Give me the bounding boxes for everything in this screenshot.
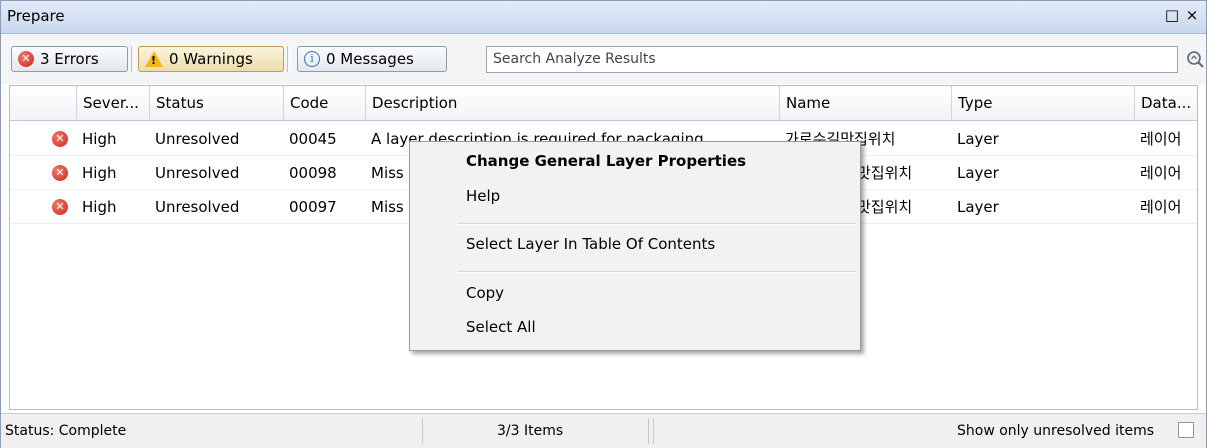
menu-item-change-layer-properties[interactable]: Change General Layer Properties [466,152,746,170]
cell-code: 00097 [289,198,337,216]
column-header-icon[interactable] [10,86,76,120]
cell-severity: High [82,130,117,148]
status-divider [648,418,649,444]
menu-separator [458,223,856,225]
cell-status: Unresolved [155,130,240,148]
panel-title: Prepare [7,7,65,25]
errors-filter-button[interactable]: ✕ 3 Errors [11,46,128,72]
column-header-description[interactable]: Description [365,86,779,120]
column-header-type[interactable]: Type [951,86,1134,120]
cell-type: Layer [957,198,999,216]
status-text: Status: Complete [5,423,127,439]
toolbar: ✕ 3 Errors ! 0 Warnings i 0 Messages [1,34,1206,84]
prepare-panel: Prepare □ × ✕ 3 Errors ! 0 Warnings i 0 … [0,0,1207,448]
status-divider [422,418,423,444]
items-count: 3/3 Items [497,423,564,439]
status-bar: Status: Complete 3/3 Items Show only unr… [1,413,1206,448]
cell-data: 레이어 [1140,198,1182,216]
error-icon: ✕ [52,131,68,147]
cell-severity: High [82,164,117,182]
warnings-filter-label: 0 Warnings [169,50,253,68]
errors-filter-label: 3 Errors [40,50,99,68]
cell-type: Layer [957,130,999,148]
menu-item-select-layer-toc[interactable]: Select Layer In Table Of Contents [466,235,715,253]
search-icon[interactable] [1186,50,1204,68]
maximize-icon[interactable]: □ [1164,7,1180,23]
menu-item-copy[interactable]: Copy [466,284,504,302]
cell-code: 00045 [289,130,337,148]
column-header-severity[interactable]: Sever... [76,86,149,120]
column-header-code[interactable]: Code [283,86,365,120]
cell-name: 맛집위치 [857,164,913,182]
cell-status: Unresolved [155,198,240,216]
toolbar-separator [131,46,135,72]
search-input[interactable] [487,47,1159,71]
menu-separator [458,271,856,273]
cell-severity: High [82,198,117,216]
warning-icon: ! [145,51,163,67]
column-header-data[interactable]: Data... [1134,86,1197,120]
messages-filter-button[interactable]: i 0 Messages [297,46,447,72]
unresolved-label: Show only unresolved items [957,423,1155,439]
cell-code: 00098 [289,164,337,182]
error-icon: ✕ [52,199,68,215]
toolbar-separator [287,46,291,72]
error-icon: ✕ [52,165,68,181]
context-menu: Change General Layer Properties Help Sel… [409,141,861,351]
menu-item-select-all[interactable]: Select All [466,318,536,336]
panel-titlebar: Prepare □ × [1,1,1206,34]
cell-data: 레이어 [1140,130,1182,148]
close-icon[interactable]: × [1184,7,1200,23]
column-header-name[interactable]: Name [779,86,951,120]
column-header-status[interactable]: Status [149,86,283,120]
cell-data: 레이어 [1140,164,1182,182]
search-box [486,46,1178,73]
status-divider [653,418,654,444]
table-header: Sever... Status Code Description Name Ty… [10,86,1197,121]
info-icon: i [304,51,320,67]
unresolved-checkbox[interactable] [1178,422,1194,438]
cell-type: Layer [957,164,999,182]
cell-status: Unresolved [155,164,240,182]
messages-filter-label: 0 Messages [326,50,414,68]
cell-name: 맛집위치 [857,198,913,216]
menu-item-help[interactable]: Help [466,187,500,205]
warnings-filter-button[interactable]: ! 0 Warnings [138,46,284,72]
error-icon: ✕ [18,51,34,67]
